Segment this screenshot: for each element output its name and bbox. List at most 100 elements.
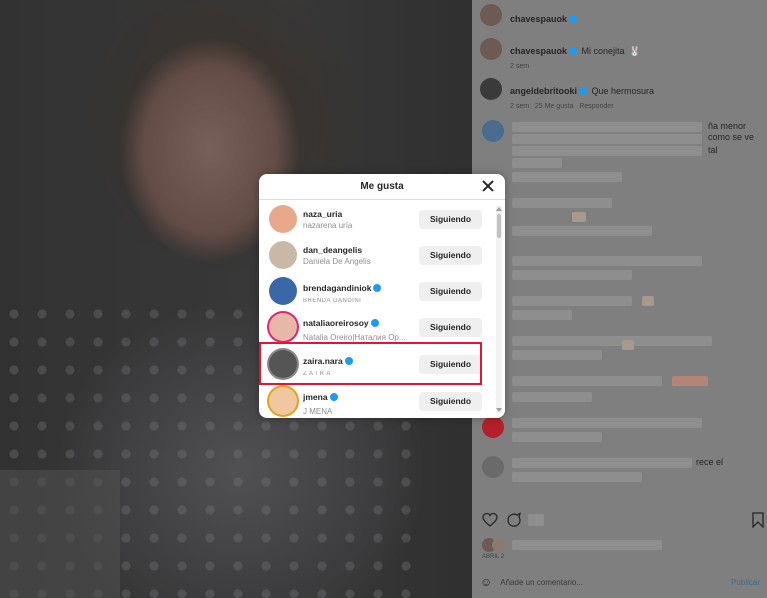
- blurred-text: [512, 134, 702, 144]
- blurred-text: [642, 296, 654, 306]
- comment-fragment: ña menor: [708, 121, 747, 131]
- full-name: Daniela De Angelis: [303, 256, 371, 266]
- comment-likes[interactable]: 25 Me gusta: [535, 103, 574, 110]
- emoji-icon[interactable]: ☺: [480, 575, 492, 589]
- full-name: J MENA: [303, 406, 333, 416]
- blurred-text: [512, 310, 572, 320]
- blurred-text: [512, 336, 712, 346]
- following-button[interactable]: Siguiendo: [419, 391, 482, 411]
- full-name: nazarena uría: [303, 220, 353, 230]
- username[interactable]: brendagandiniok: [303, 283, 371, 293]
- blurred-text: [512, 270, 632, 280]
- post-header: chavespauok: [480, 4, 578, 27]
- full-name: Z A I R A: [303, 371, 331, 377]
- following-button[interactable]: Siguiendo: [419, 317, 482, 337]
- avatar[interactable]: [269, 350, 297, 378]
- blurred-text: [512, 376, 662, 386]
- list-item: naza_uria nazarena uría Siguiendo: [259, 201, 499, 237]
- username[interactable]: zaira.nara: [303, 356, 343, 366]
- blurred-text: [512, 198, 612, 208]
- comment-fragment: rece el: [696, 457, 724, 467]
- list-item: jmena J MENA Siguiendo: [259, 383, 499, 418]
- comment-fragment: como se ve: [708, 132, 755, 142]
- publish-button[interactable]: Publicar: [731, 578, 760, 587]
- following-button[interactable]: Siguiendo: [419, 245, 482, 265]
- verified-icon: [569, 47, 578, 55]
- verified-icon: [329, 392, 338, 401]
- scroll-up-icon[interactable]: [496, 207, 502, 211]
- blurred-avatar: [482, 120, 504, 142]
- username[interactable]: naza_uria: [303, 209, 415, 219]
- scroll-down-icon[interactable]: [496, 408, 502, 412]
- author-username[interactable]: chavespauok: [510, 14, 567, 24]
- reply-link[interactable]: Responder: [579, 103, 613, 110]
- comment-fragment: tal: [708, 145, 718, 155]
- modal-title: Me gusta: [360, 181, 404, 192]
- blurred-text: [622, 340, 634, 350]
- blurred-text: [512, 418, 702, 428]
- caption-username[interactable]: chavespauok: [510, 46, 567, 56]
- avatar[interactable]: [269, 277, 297, 305]
- comment-meta: 2 sem 25 Me gusta Responder: [510, 103, 654, 110]
- blurred-text: [512, 296, 632, 306]
- blurred-text: [672, 376, 708, 386]
- username[interactable]: nataliaoreirosoy: [303, 318, 369, 328]
- comment-text: Que hermosura: [591, 86, 654, 96]
- like-icon[interactable]: [482, 512, 498, 528]
- caption-age: 2 sem: [510, 63, 530, 70]
- list-item: nataliaoreirosoy Natalia Oreiro|Наталия …: [259, 309, 499, 345]
- modal-header: Me gusta: [259, 174, 505, 200]
- blurred-avatar: [482, 456, 504, 478]
- author-avatar[interactable]: [480, 4, 502, 26]
- verified-icon: [370, 318, 379, 327]
- close-icon[interactable]: [481, 179, 495, 193]
- list-item: zaira.nara Z A I R A Siguiendo: [259, 346, 499, 382]
- comment-username[interactable]: angeldebritooki: [510, 86, 577, 96]
- blurred-text: [512, 458, 692, 468]
- blurred-text: [512, 172, 622, 182]
- following-button[interactable]: Siguiendo: [419, 354, 482, 374]
- avatar[interactable]: [269, 313, 297, 341]
- comments-panel: chavespauok chavespauok Mi conejita 🐰 2 …: [472, 0, 767, 598]
- blurred-text: [512, 472, 642, 482]
- full-name: BRENDA GANDINI: [303, 298, 362, 304]
- scrollbar[interactable]: [496, 206, 502, 413]
- blurred-text: [512, 350, 602, 360]
- verified-icon: [373, 284, 382, 292]
- comment-age: 2 sem: [510, 103, 530, 110]
- verified-icon: [344, 357, 353, 365]
- likes-modal: Me gusta naza_uria nazarena uría Siguien…: [259, 174, 505, 418]
- username[interactable]: jmena: [303, 392, 328, 402]
- caption-emoji: 🐰: [628, 46, 641, 56]
- likes-list: naza_uria nazarena uría Siguiendo dan_de…: [259, 201, 505, 418]
- add-comment-bar: ☺ Añade un comentario... Publicar: [480, 570, 760, 594]
- blurred-text: [512, 256, 702, 266]
- blurred-avatar: [482, 416, 504, 438]
- post-date: ABRIL 2: [482, 554, 505, 560]
- list-item: brendagandiniok BRENDA GANDINI Siguiendo: [259, 273, 499, 309]
- caption-row: chavespauok Mi conejita 🐰 2 sem: [480, 38, 640, 70]
- blurred-text: [512, 226, 652, 236]
- scroll-thumb[interactable]: [497, 214, 501, 238]
- caption-text: Mi conejita: [581, 46, 625, 56]
- following-button[interactable]: Siguiendo: [419, 209, 482, 229]
- blurred-text: [512, 432, 602, 442]
- blurred-text: [512, 158, 562, 168]
- liker-avatar: [492, 538, 506, 552]
- blurred-text: [512, 146, 702, 156]
- comment-icon[interactable]: [506, 512, 522, 528]
- blurred-share: [528, 514, 544, 526]
- verified-icon: [569, 15, 578, 23]
- author-avatar[interactable]: [480, 38, 502, 60]
- comment-row: angeldebritooki Que hermosura 2 sem 25 M…: [480, 78, 654, 110]
- avatar[interactable]: [269, 241, 297, 269]
- avatar[interactable]: [269, 387, 297, 415]
- list-item: dan_deangelis Daniela De Angelis Siguien…: [259, 237, 499, 273]
- save-icon[interactable]: [752, 512, 764, 528]
- following-button[interactable]: Siguiendo: [419, 281, 482, 301]
- username[interactable]: dan_deangelis: [303, 245, 415, 255]
- blurred-text: [512, 540, 662, 550]
- commenter-avatar[interactable]: [480, 78, 502, 100]
- comment-input[interactable]: Añade un comentario...: [500, 578, 583, 587]
- avatar[interactable]: [269, 205, 297, 233]
